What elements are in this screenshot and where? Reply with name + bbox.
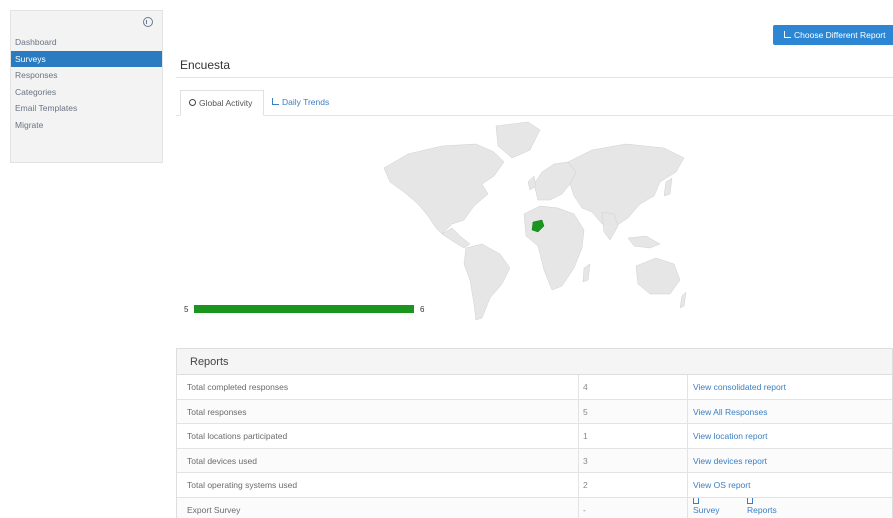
region-australia [635, 257, 681, 295]
collapse-sidebar-icon[interactable] [143, 17, 153, 27]
region-new-zealand [679, 291, 687, 309]
region-indonesia [627, 235, 661, 249]
region-north-america [383, 143, 505, 235]
bar-chart-icon [784, 31, 791, 38]
sidebar-item-categories[interactable]: Categories [11, 84, 162, 101]
reports-title: Reports [177, 349, 892, 375]
row-value: 2 [583, 480, 588, 491]
view-consolidated-report-link[interactable]: View consolidated report [693, 375, 786, 399]
sidebar-item-migrate[interactable]: Migrate [11, 117, 162, 134]
page-title: Encuesta [180, 58, 231, 72]
map-scale-bar [194, 305, 414, 313]
tab-label: Global Activity [199, 98, 253, 108]
row-value: 4 [583, 382, 588, 392]
table-row: Total responses 5 View All Responses [177, 399, 892, 425]
view-location-report-link[interactable]: View location report [693, 424, 768, 448]
region-central-america [441, 227, 471, 249]
sidebar-item-surveys[interactable]: Surveys [11, 50, 162, 67]
sidebar-item-dashboard[interactable]: Dashboard [11, 34, 162, 51]
sidebar-item-email-templates[interactable]: Email Templates [11, 100, 162, 117]
view-devices-report-link[interactable]: View devices report [693, 449, 767, 473]
region-greenland [495, 121, 541, 159]
table-row: Total devices used 3 View devices report [177, 448, 892, 474]
tab-label: Daily Trends [282, 97, 330, 107]
view-os-report-link[interactable]: View OS report [693, 473, 750, 497]
table-row: Total locations participated 1 View loca… [177, 424, 892, 449]
view-all-responses-link[interactable]: View All Responses [693, 400, 768, 424]
row-value: 1 [583, 431, 588, 442]
line-chart-icon [272, 98, 279, 105]
table-row: Export Survey - Survey Reports [177, 497, 892, 518]
globe-icon [189, 99, 196, 106]
region-south-america [463, 243, 511, 321]
title-divider [176, 77, 893, 78]
row-label: Total operating systems used [187, 480, 298, 491]
row-label: Total responses [187, 406, 247, 417]
reports-panel: Reports Total completed responses 4 View… [176, 348, 893, 518]
region-europe [533, 161, 577, 201]
sidebar: Dashboard Surveys Responses Categories E… [10, 10, 163, 163]
sidebar-menu: Dashboard Surveys Responses Categories E… [11, 34, 162, 133]
table-row: Total operating systems used 2 View OS r… [177, 473, 892, 498]
scale-max-label: 6 [420, 305, 425, 314]
tab-global-activity[interactable]: Global Activity [180, 90, 264, 116]
row-label: Total locations participated [187, 431, 288, 442]
region-japan [663, 177, 673, 197]
row-label: Total completed responses [187, 382, 289, 392]
row-value: - [583, 504, 586, 515]
row-label: Export Survey [187, 504, 241, 515]
sidebar-item-responses[interactable]: Responses [11, 67, 162, 84]
region-africa [523, 205, 585, 291]
region-madagascar [582, 263, 591, 283]
choose-report-label: Choose Different Report [794, 30, 886, 40]
choose-report-button[interactable]: Choose Different Report [773, 25, 893, 45]
world-map[interactable] [378, 120, 692, 324]
row-label: Total devices used [187, 455, 257, 466]
row-value: 5 [583, 406, 588, 417]
scale-min-label: 5 [184, 305, 189, 314]
report-tabs: Global Activity Daily Trends [176, 90, 893, 116]
tab-daily-trends[interactable]: Daily Trends [264, 90, 337, 116]
row-value: 3 [583, 455, 588, 466]
table-row: Total completed responses 4 View consoli… [177, 375, 892, 400]
